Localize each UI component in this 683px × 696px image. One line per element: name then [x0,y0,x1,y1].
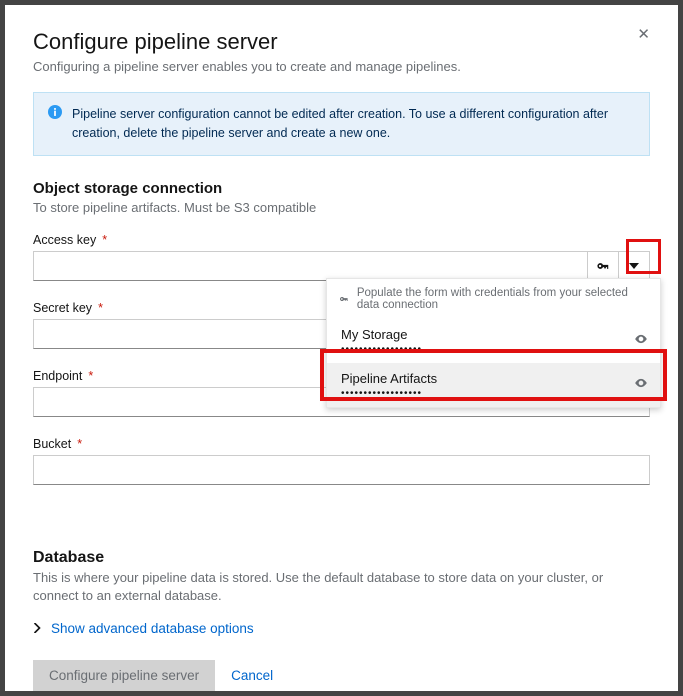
highlight-selected-option [320,349,667,401]
key-icon[interactable] [587,251,619,281]
highlight-dropdown-trigger [626,239,661,274]
modal-frame: ✕ Configure pipeline server Configuring … [0,0,683,696]
modal-subtitle: Configuring a pipeline server enables yo… [33,59,650,74]
advanced-db-toggle[interactable]: Show advanced database options [33,621,650,636]
info-text: Pipeline server configuration cannot be … [72,105,635,143]
access-key-label: Access key* [33,233,650,247]
modal-title: Configure pipeline server [33,29,650,55]
access-key-input[interactable] [33,251,588,281]
database-heading: Database [33,549,650,567]
bucket-label: Bucket* [33,437,650,451]
cancel-button[interactable]: Cancel [231,668,273,683]
object-storage-heading: Object storage connection [33,180,650,197]
chevron-right-icon [33,621,41,636]
info-icon [48,105,62,143]
bucket-input[interactable] [33,455,650,485]
close-icon[interactable]: ✕ [637,25,650,43]
key-icon [339,293,349,305]
credentials-dropdown-description: Populate the form with credentials from … [327,279,660,319]
advanced-db-toggle-label: Show advanced database options [51,621,254,636]
object-storage-sub: To store pipeline artifacts. Must be S3 … [33,199,650,217]
info-banner: Pipeline server configuration cannot be … [33,92,650,156]
database-sub: This is where your pipeline data is stor… [33,569,650,605]
eye-icon[interactable] [634,332,648,351]
configure-button[interactable]: Configure pipeline server [33,660,215,691]
